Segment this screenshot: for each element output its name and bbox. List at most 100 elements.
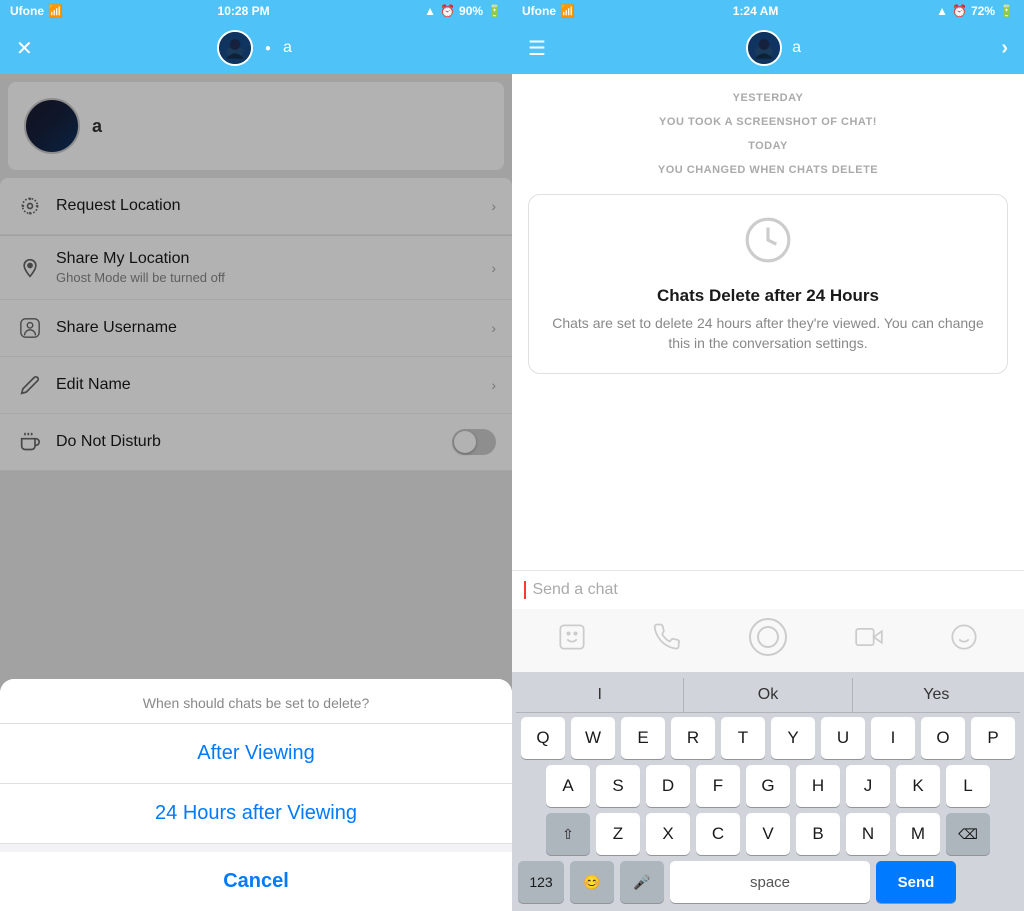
chat-action-bar bbox=[512, 609, 1024, 672]
time-right: 1:24 AM bbox=[733, 4, 779, 18]
nav-chevron-right[interactable]: › bbox=[1001, 37, 1008, 60]
nav-bar-right: ☰ a › bbox=[512, 22, 1024, 74]
keyboard-row-2: A S D F G H J K L bbox=[516, 765, 1020, 807]
action-24-hours[interactable]: 24 Hours after Viewing bbox=[0, 784, 512, 844]
key-g[interactable]: G bbox=[746, 765, 790, 807]
status-right-group-left: ▲ ⏰ 90% 🔋 bbox=[424, 4, 502, 18]
key-j[interactable]: J bbox=[846, 765, 890, 807]
suggestion-ok[interactable]: Ok bbox=[684, 678, 852, 712]
keyboard-suggestions: I Ok Yes bbox=[516, 678, 1020, 713]
status-left-carrier-group: Ufone 📶 bbox=[10, 4, 63, 18]
placeholder-text: Send a chat bbox=[532, 581, 617, 598]
chat-delete-card: Chats Delete after 24 Hours Chats are se… bbox=[528, 194, 1008, 374]
avatar-right bbox=[746, 30, 782, 66]
alarm-icon-left: ⏰ bbox=[440, 4, 455, 18]
chat-input-bar: Send a chat bbox=[512, 570, 1024, 609]
action-cancel[interactable]: Cancel bbox=[0, 852, 512, 911]
system-msg-today: TODAY bbox=[528, 140, 1008, 152]
keyboard: I Ok Yes Q W E R T Y U I O P A S D F G H… bbox=[512, 672, 1024, 911]
avatar-image-right bbox=[748, 32, 780, 64]
shift-key[interactable]: ⇧ bbox=[546, 813, 590, 855]
chat-area: YESTERDAY YOU TOOK A SCREENSHOT OF CHAT!… bbox=[512, 74, 1024, 570]
nav-bar-left: ✕ ● a bbox=[0, 22, 512, 74]
system-msg-yesterday: YESTERDAY bbox=[528, 92, 1008, 104]
status-left-group-right: Ufone 📶 bbox=[522, 4, 575, 18]
nav-username-right: a bbox=[792, 39, 801, 57]
key-w[interactable]: W bbox=[571, 717, 615, 759]
key-c[interactable]: C bbox=[696, 813, 740, 855]
key-u[interactable]: U bbox=[821, 717, 865, 759]
input-placeholder: Send a chat bbox=[524, 581, 618, 599]
key-i[interactable]: I bbox=[871, 717, 915, 759]
phone-icon[interactable] bbox=[653, 623, 681, 658]
close-button[interactable]: ✕ bbox=[16, 36, 33, 61]
battery-right: 72% bbox=[971, 4, 995, 18]
key-x[interactable]: X bbox=[646, 813, 690, 855]
key-y[interactable]: Y bbox=[771, 717, 815, 759]
right-panel: Ufone 📶 1:24 AM ▲ ⏰ 72% 🔋 ☰ a › bbox=[512, 0, 1024, 911]
emoji-icon[interactable] bbox=[950, 623, 978, 658]
avatar-left bbox=[217, 30, 253, 66]
card-desc: Chats are set to delete 24 hours after t… bbox=[545, 314, 991, 353]
video-icon[interactable] bbox=[855, 623, 883, 658]
card-title: Chats Delete after 24 Hours bbox=[657, 286, 879, 306]
hamburger-menu-button[interactable]: ☰ bbox=[528, 36, 546, 61]
key-r[interactable]: R bbox=[671, 717, 715, 759]
key-p[interactable]: P bbox=[971, 717, 1015, 759]
action-after-viewing[interactable]: After Viewing bbox=[0, 724, 512, 784]
text-cursor bbox=[524, 581, 526, 599]
key-o[interactable]: O bbox=[921, 717, 965, 759]
status-bar-right: Ufone 📶 1:24 AM ▲ ⏰ 72% 🔋 bbox=[512, 0, 1024, 22]
mic-key[interactable]: 🎤 bbox=[620, 861, 664, 903]
wifi-icon-right: 📶 bbox=[560, 4, 575, 18]
nav-center-right: a bbox=[746, 30, 801, 66]
key-f[interactable]: F bbox=[696, 765, 740, 807]
alarm-icon-right: ⏰ bbox=[952, 4, 967, 18]
suggestion-yes[interactable]: Yes bbox=[853, 678, 1020, 712]
battery-icon-left: 🔋 bbox=[487, 4, 502, 18]
location-icon-left: ▲ bbox=[424, 4, 436, 18]
battery-icon-right: 🔋 bbox=[999, 4, 1014, 18]
system-msg-changed: YOU CHANGED WHEN CHATS DELETE bbox=[528, 164, 1008, 176]
content-area-left: a Request Location › bbox=[0, 74, 512, 911]
battery-left: 90% bbox=[459, 4, 483, 18]
camera-button[interactable] bbox=[748, 617, 788, 664]
nav-username-left: a bbox=[283, 39, 292, 57]
delete-key[interactable]: ⌫ bbox=[946, 813, 990, 855]
send-key[interactable]: Send bbox=[876, 861, 956, 903]
key-b[interactable]: B bbox=[796, 813, 840, 855]
keyboard-row-4: 123 😊 🎤 space Send bbox=[516, 861, 1020, 903]
emoji-key[interactable]: 😊 bbox=[570, 861, 614, 903]
sticker-icon[interactable] bbox=[558, 623, 586, 658]
keyboard-row-3: ⇧ Z X C V B N M ⌫ bbox=[516, 813, 1020, 855]
carrier-left: Ufone bbox=[10, 4, 44, 18]
numbers-key[interactable]: 123 bbox=[518, 861, 564, 903]
avatar-image-left bbox=[219, 32, 251, 64]
key-n[interactable]: N bbox=[846, 813, 890, 855]
key-s[interactable]: S bbox=[596, 765, 640, 807]
action-sheet: When should chats be set to delete? Afte… bbox=[0, 679, 512, 911]
key-k[interactable]: K bbox=[896, 765, 940, 807]
carrier-right: Ufone bbox=[522, 4, 556, 18]
wifi-icon-left: 📶 bbox=[48, 4, 63, 18]
key-l[interactable]: L bbox=[946, 765, 990, 807]
key-a[interactable]: A bbox=[546, 765, 590, 807]
key-h[interactable]: H bbox=[796, 765, 840, 807]
suggestion-i[interactable]: I bbox=[516, 678, 684, 712]
location-icon-right: ▲ bbox=[936, 4, 948, 18]
space-key[interactable]: space bbox=[670, 861, 870, 903]
action-sheet-title: When should chats be set to delete? bbox=[0, 679, 512, 724]
status-bar-left: Ufone 📶 10:28 PM ▲ ⏰ 90% 🔋 bbox=[0, 0, 512, 22]
key-v[interactable]: V bbox=[746, 813, 790, 855]
key-e[interactable]: E bbox=[621, 717, 665, 759]
dot-separator: ● bbox=[265, 43, 271, 54]
system-msg-screenshot: YOU TOOK A SCREENSHOT OF CHAT! bbox=[528, 116, 1008, 128]
key-d[interactable]: D bbox=[646, 765, 690, 807]
key-q[interactable]: Q bbox=[521, 717, 565, 759]
clock-icon bbox=[743, 215, 793, 276]
nav-center-left: ● a bbox=[217, 30, 292, 66]
key-t[interactable]: T bbox=[721, 717, 765, 759]
key-z[interactable]: Z bbox=[596, 813, 640, 855]
key-m[interactable]: M bbox=[896, 813, 940, 855]
left-panel: Ufone 📶 10:28 PM ▲ ⏰ 90% 🔋 ✕ ● a bbox=[0, 0, 512, 911]
